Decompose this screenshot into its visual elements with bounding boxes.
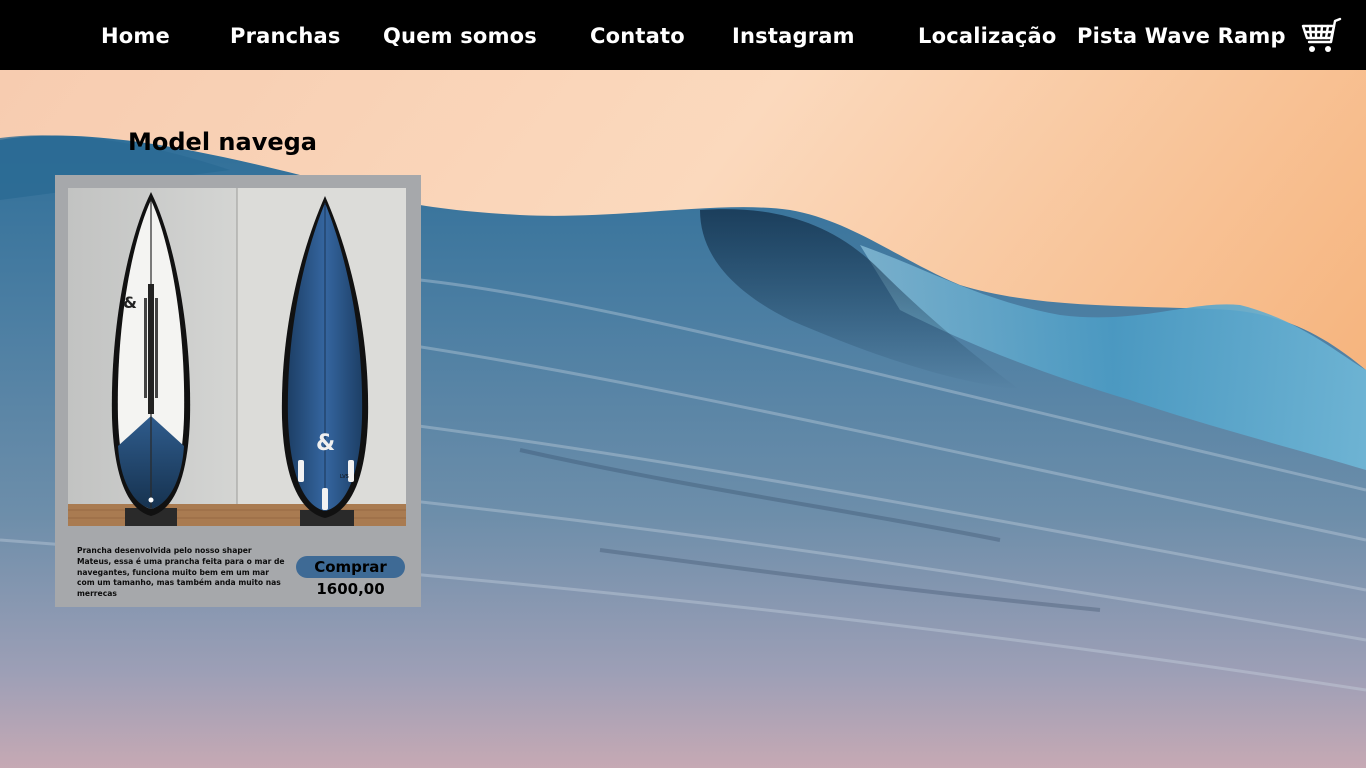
nav-instagram-link[interactable]: Instagram [732,20,855,52]
nav-quem-somos-link[interactable]: Quem somos [383,20,537,52]
nav-localizacao-link[interactable]: Localização [918,20,1056,52]
top-navigation-bar: Home Pranchas Quem somos Contato Instagr… [0,0,1366,70]
product-title: Model navega [128,128,317,156]
svg-text:LVS: LVS [340,474,349,480]
nav-pista-wave-ramp-link[interactable]: Pista Wave Ramp [1077,20,1286,52]
nav-home-link[interactable]: Home [101,20,170,52]
nav-contato-link[interactable]: Contato [590,20,685,52]
product-card: & & LVS Prancha desenvolvida pelo nosso … [55,175,421,607]
svg-text:&: & [316,431,335,456]
nav-pranchas-link[interactable]: Pranchas [230,20,341,52]
svg-text:&: & [123,293,137,312]
product-price: 1600,00 [316,580,385,598]
buy-button[interactable]: Comprar [296,556,405,578]
product-description: Prancha desenvolvida pelo nosso shaper M… [77,546,285,599]
shopping-cart-icon[interactable] [1300,16,1344,56]
surfboard-photo: & & LVS [68,188,406,526]
